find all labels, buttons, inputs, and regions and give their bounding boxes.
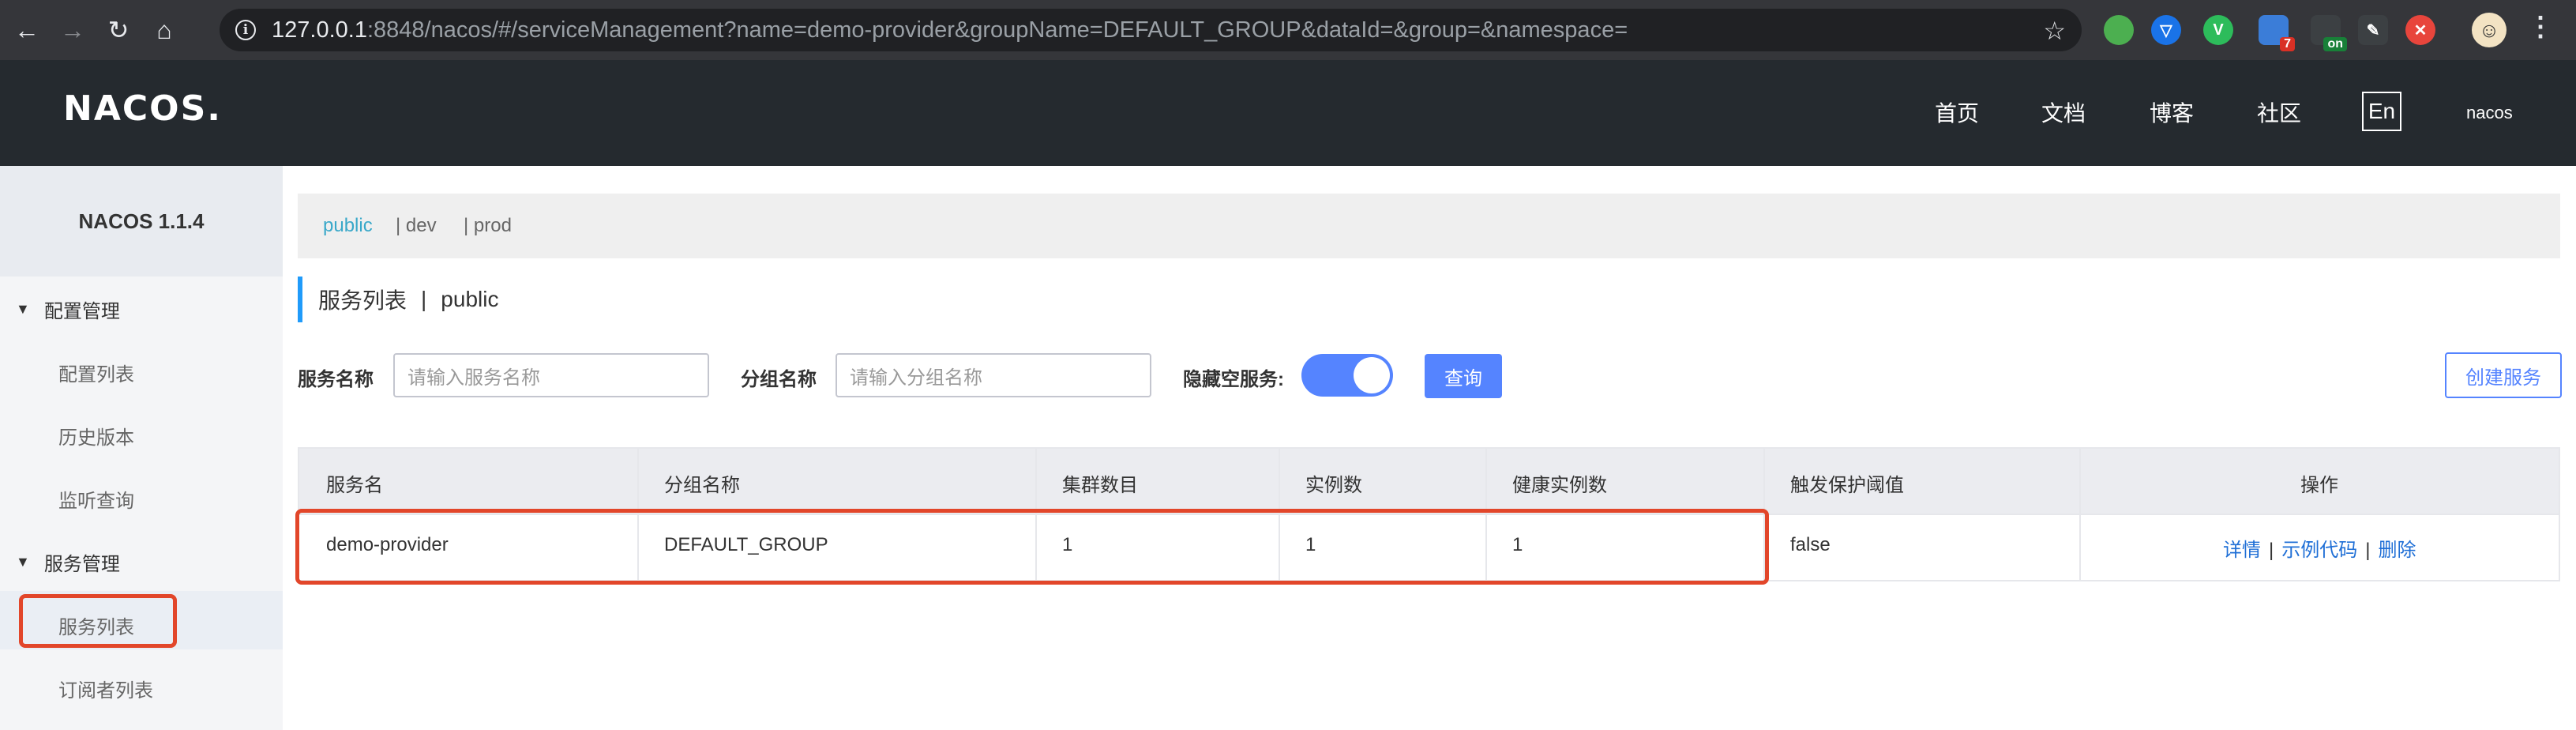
column-header: 实例数 — [1305, 475, 1362, 496]
namespace-public[interactable]: public — [323, 215, 373, 237]
sidebar-group-label: 配置管理 — [43, 301, 120, 322]
profile-avatar[interactable]: ☺ — [2472, 13, 2507, 47]
column-header: 集群数目 — [1062, 475, 1138, 496]
sidebar-group-config[interactable]: ▼ 配置管理 — [16, 295, 120, 323]
namespace-bar: public | dev | prod — [298, 194, 2560, 258]
color-picker-ext-icon[interactable]: ✎ — [2358, 15, 2388, 45]
user-name[interactable]: nacos — [2466, 103, 2513, 123]
sidebar-title: NACOS 1.1.4 — [0, 166, 283, 277]
column-header: 操作 — [2300, 475, 2338, 496]
nacos-logo[interactable]: NACOS. — [63, 88, 222, 129]
query-button[interactable]: 查询 — [1425, 354, 1502, 398]
service-name-label: 服务名称 — [298, 369, 374, 390]
page-title: 服务列表 | public — [298, 277, 498, 322]
app-header: NACOS. 首页 文档 博客 社区 En nacos — [0, 60, 2576, 166]
detail-link[interactable]: 详情 — [2223, 540, 2261, 561]
address-bar[interactable]: i 127.0.0.1:8848/nacos/#/serviceManageme… — [220, 9, 2082, 51]
sidebar-item-subscriber-list[interactable]: 订阅者列表 — [58, 675, 153, 702]
page-title-text: 服务列表 — [318, 288, 407, 313]
action-separator: | — [2365, 540, 2371, 561]
nav-blog[interactable]: 博客 — [2150, 96, 2194, 128]
sidebar-item-history[interactable]: 历史版本 — [58, 422, 134, 450]
nav-home[interactable]: 首页 — [1935, 96, 1979, 128]
green-dot-ext-icon[interactable] — [2104, 15, 2134, 45]
column-header: 健康实例数 — [1512, 475, 1607, 496]
toggle-knob — [1354, 357, 1390, 393]
red-ext-icon[interactable]: ✕ — [2405, 15, 2435, 45]
back-icon[interactable]: ← — [8, 11, 46, 49]
forward-icon[interactable]: → — [54, 11, 92, 49]
caret-down-icon: ▼ — [16, 301, 30, 317]
cell-threshold: false — [1790, 534, 1831, 555]
namespace-dev[interactable]: | dev — [396, 215, 437, 237]
tab-manager-ext-icon[interactable]: 7 — [2259, 15, 2295, 51]
url-text[interactable]: 127.0.0.1:8848/nacos/#/serviceManagement… — [272, 17, 1628, 43]
action-separator: | — [2269, 540, 2274, 561]
bookmark-star-icon[interactable]: ☆ — [2043, 16, 2066, 46]
hide-empty-label: 隐藏空服务: — [1183, 369, 1284, 390]
cell-actions: 详情 | 示例代码 | 删除 — [2223, 534, 2416, 562]
delete-link[interactable]: 删除 — [2378, 540, 2416, 561]
vpn-shield-ext-icon[interactable]: ▽ — [2151, 15, 2181, 45]
browser-menu-icon[interactable]: ⋮ — [2527, 11, 2554, 43]
browser-toolbar: ← → ↻ ⌂ i 127.0.0.1:8848/nacos/#/service… — [0, 0, 2576, 60]
home-icon[interactable]: ⌂ — [145, 11, 183, 49]
column-header: 触发保护阈值 — [1790, 475, 1904, 496]
sample-code-link[interactable]: 示例代码 — [2281, 540, 2357, 561]
vue-devtools-ext-icon[interactable]: V — [2203, 15, 2233, 45]
row-highlight-annotation — [295, 509, 1769, 585]
nav-docs[interactable]: 文档 — [2041, 96, 2086, 128]
info-icon[interactable]: i — [235, 20, 256, 40]
page-title-divider: | — [421, 287, 427, 311]
sidebar-item-listener-query[interactable]: 监听查询 — [58, 485, 134, 513]
language-switch-button[interactable]: En — [2362, 92, 2401, 131]
sidebar-item-config-list[interactable]: 配置列表 — [58, 359, 134, 386]
column-header: 服务名 — [326, 475, 383, 496]
nav-community[interactable]: 社区 — [2257, 96, 2301, 128]
group-name-label: 分组名称 — [741, 369, 817, 390]
sidebar-group-service[interactable]: ▼ 服务管理 — [16, 548, 120, 576]
column-divider — [2079, 449, 2081, 581]
namespace-prod[interactable]: | prod — [464, 215, 512, 237]
hide-empty-toggle[interactable] — [1301, 354, 1393, 397]
group-name-input[interactable]: 请输入分组名称 — [836, 353, 1151, 397]
service-name-input[interactable]: 请输入服务名称 — [393, 353, 709, 397]
reload-icon[interactable]: ↻ — [100, 11, 137, 49]
create-service-button[interactable]: 创建服务 — [2445, 352, 2562, 398]
page-title-namespace: public — [441, 287, 499, 311]
sidebar-group-label: 服务管理 — [43, 554, 120, 575]
caret-down-icon: ▼ — [16, 554, 30, 570]
switch-ext-icon[interactable]: on — [2311, 15, 2347, 51]
column-header: 分组名称 — [664, 475, 740, 496]
sidebar-highlight-annotation — [19, 594, 177, 648]
